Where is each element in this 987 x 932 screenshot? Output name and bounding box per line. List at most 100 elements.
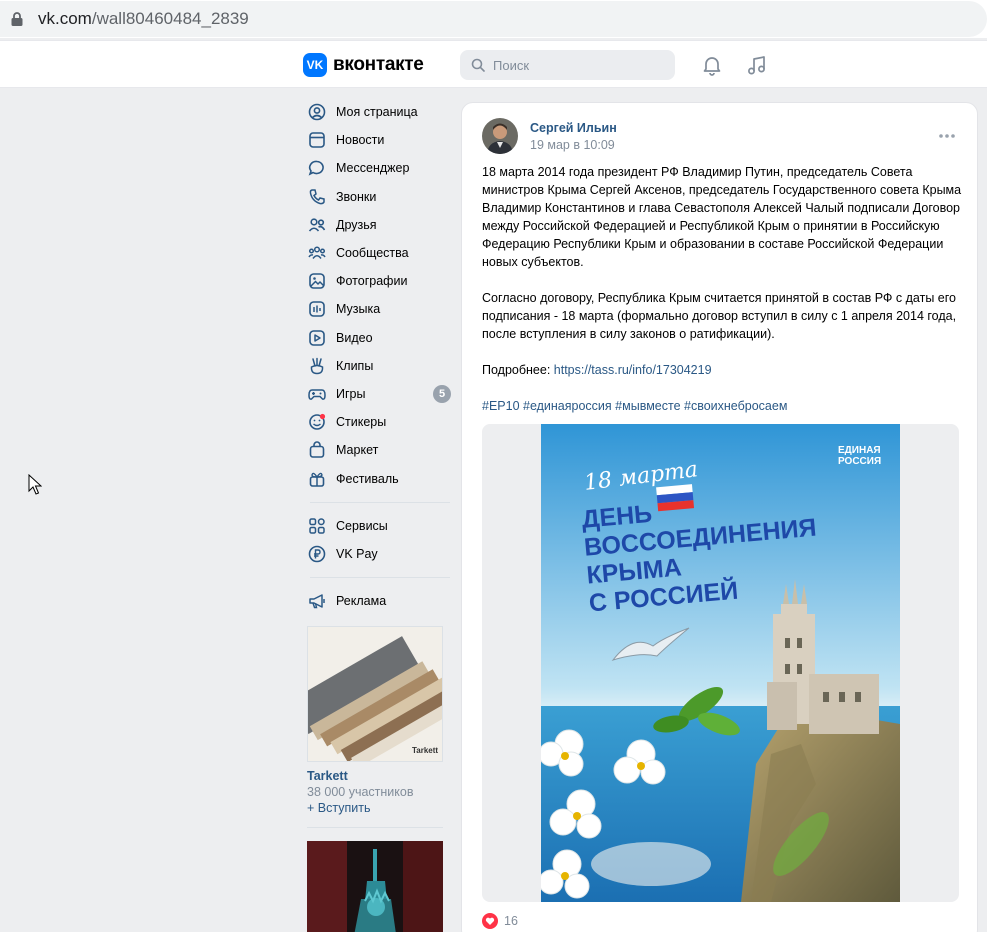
flooring-samples-image: Tarkett xyxy=(308,627,442,761)
sidebar-item-gamepad[interactable]: Игры 5 xyxy=(306,380,451,408)
author-avatar[interactable] xyxy=(482,118,518,154)
url-text[interactable]: vk.com/wall80460484_2839 xyxy=(38,9,249,29)
wall-post: Сергей Ильин 19 мар в 10:09 18 марта 201… xyxy=(461,102,978,932)
mouse-cursor-icon xyxy=(28,474,42,495)
poster-brand-2: РОССИЯ xyxy=(838,456,881,467)
video-icon xyxy=(307,328,327,348)
left-sidebar-nav: Моя страница Новости Мессенджер Звонки Друзь… xyxy=(306,98,451,615)
sidebar-item-communities[interactable]: Сообщества xyxy=(306,239,451,267)
megaphone-icon xyxy=(307,591,327,611)
vk-logo-text: вконтакте xyxy=(333,54,424,75)
gamepad-icon xyxy=(307,384,327,404)
services-grid-icon xyxy=(307,516,327,536)
photo-icon xyxy=(307,271,327,291)
search-icon xyxy=(471,58,485,72)
sidebar-item-label: Музыка xyxy=(336,302,381,317)
like-button[interactable]: 16 xyxy=(482,913,518,929)
ad-join-button[interactable]: + Вступить xyxy=(307,801,443,815)
ad-card-2[interactable] xyxy=(307,841,443,932)
sidebar-item-clips[interactable]: Клипы xyxy=(306,352,451,380)
sidebar-item-label: Реклама xyxy=(336,594,387,609)
source-link[interactable]: https://tass.ru/info/17304219 xyxy=(554,363,712,377)
crimea-poster-image: 18 марта ДЕНЬ ВОССОЕДИНЕНИЯ КРЫМА С РОСС… xyxy=(541,424,900,902)
post-date[interactable]: 19 мар в 10:09 xyxy=(530,138,615,152)
sidebar-item-label: Фотографии xyxy=(336,274,408,289)
vk-logo[interactable]: VK вконтакте xyxy=(303,53,424,77)
sidebar-item-user-circle[interactable]: Моя страница xyxy=(306,98,451,126)
sidebar-item-label: VK Pay xyxy=(336,546,378,561)
hashtags-link[interactable]: #ЕР10 #единаяроссия #мывместе #своихнебр… xyxy=(482,399,787,413)
url-path: /wall80460484_2839 xyxy=(91,9,249,28)
music-icon[interactable] xyxy=(745,53,769,77)
ad-members: 38 000 участников xyxy=(307,785,414,799)
vk-logo-icon: VK xyxy=(303,53,327,77)
sidebar-item-megaphone[interactable]: Реклама xyxy=(306,587,451,615)
sidebar-item-sticker[interactable]: Стикеры xyxy=(306,408,451,436)
ad-divider xyxy=(307,827,443,828)
post-hashtags[interactable]: #ЕР10 #единаяроссия #мывместе #своихнебр… xyxy=(482,397,962,415)
vk-header: VK вконтакте xyxy=(0,40,987,88)
market-bag-icon xyxy=(307,440,327,460)
gift-icon xyxy=(307,469,327,489)
likes-count: 16 xyxy=(504,914,518,928)
sidebar-item-message[interactable]: Мессенджер xyxy=(306,154,451,182)
bell-icon[interactable] xyxy=(700,53,724,77)
ad-brand-mark: Tarkett xyxy=(412,746,438,755)
ruble-icon xyxy=(307,544,327,564)
sidebar-item-ruble[interactable]: VK Pay xyxy=(306,540,451,568)
sidebar-item-label: Моя страница xyxy=(336,105,418,120)
post-more-line: Подробнее: https://tass.ru/info/17304219 xyxy=(482,361,962,379)
post-text: 18 марта 2014 года президент РФ Владимир… xyxy=(482,163,962,415)
sidebar-item-label: Видео xyxy=(336,330,373,345)
message-icon xyxy=(307,158,327,178)
more-label: Подробнее: xyxy=(482,363,554,377)
sidebar-item-gift[interactable]: Фестиваль xyxy=(306,464,451,492)
sidebar-item-label: Друзья xyxy=(336,217,377,232)
sidebar-item-friends[interactable]: Друзья xyxy=(306,211,451,239)
post-author[interactable]: Сергей Ильин xyxy=(530,121,617,135)
user-circle-icon xyxy=(307,102,327,122)
clips-icon xyxy=(307,356,327,376)
sticker-icon xyxy=(307,412,327,432)
ad-join-label: Вступить xyxy=(317,801,371,815)
post-image[interactable]: 18 марта ДЕНЬ ВОССОЕДИНЕНИЯ КРЫМА С РОСС… xyxy=(541,424,900,902)
plus-icon: + xyxy=(307,801,318,815)
lock-icon xyxy=(11,12,23,26)
nav-divider xyxy=(310,577,450,578)
sidebar-item-newsfeed[interactable]: Новости xyxy=(306,126,451,154)
ad-image-2[interactable] xyxy=(307,841,443,932)
notification-badge: 5 xyxy=(433,384,451,403)
poster-brand-1: ЕДИНАЯ xyxy=(838,445,881,456)
sidebar-item-phone[interactable]: Звонки xyxy=(306,183,451,211)
more-options-icon[interactable] xyxy=(938,133,956,139)
sidebar-item-music[interactable]: Музыка xyxy=(306,295,451,323)
heart-icon xyxy=(482,913,498,929)
sidebar-item-label: Фестиваль xyxy=(336,471,399,486)
ad-title[interactable]: Tarkett xyxy=(307,769,443,783)
avatar-photo xyxy=(482,118,518,154)
sidebar-item-label: Сервисы xyxy=(336,518,388,533)
sidebar-item-video[interactable]: Видео xyxy=(306,324,451,352)
nav-divider xyxy=(310,501,450,503)
ad-image[interactable]: Tarkett xyxy=(307,626,443,762)
phone-icon xyxy=(307,187,327,207)
music-icon xyxy=(307,299,327,319)
friends-icon xyxy=(307,215,327,235)
sidebar-item-services-grid[interactable]: Сервисы xyxy=(306,512,451,540)
post-paragraph-2: Согласно договору, Республика Крым счита… xyxy=(482,291,957,341)
communities-icon xyxy=(307,243,327,263)
sidebar-item-label: Маркет xyxy=(336,443,379,458)
sidebar-item-label: Новости xyxy=(336,133,385,148)
search-input[interactable] xyxy=(493,50,663,80)
sidebar-item-photo[interactable]: Фотографии xyxy=(306,267,451,295)
sidebar-item-label: Стикеры xyxy=(336,415,387,430)
url-host: vk.com xyxy=(38,9,92,28)
ad-card-tarkett[interactable]: Tarkett Tarkett 38 000 участников + Всту… xyxy=(307,626,443,828)
search-box[interactable] xyxy=(460,50,675,80)
sidebar-item-market-bag[interactable]: Маркет xyxy=(306,436,451,464)
browser-address-bar[interactable]: vk.com/wall80460484_2839 xyxy=(0,0,987,38)
sidebar-item-label: Сообщества xyxy=(336,246,409,261)
sidebar-item-label: Клипы xyxy=(336,358,374,373)
newsfeed-icon xyxy=(307,130,327,150)
post-paragraph-1: 18 марта 2014 года президент РФ Владимир… xyxy=(482,165,962,269)
